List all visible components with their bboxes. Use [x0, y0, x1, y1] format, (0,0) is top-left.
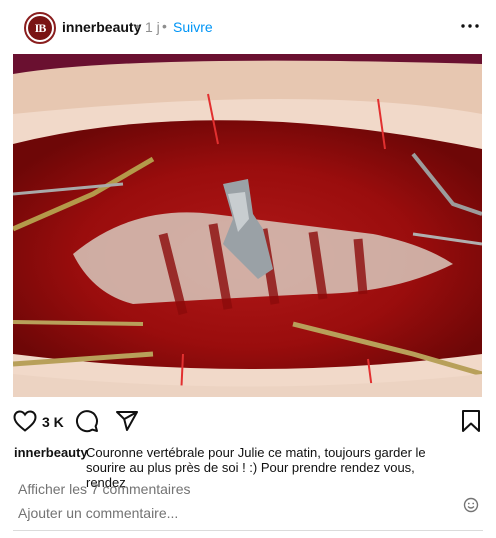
add-comment-input[interactable]: Ajouter un commentaire...: [18, 505, 438, 521]
view-comments-link[interactable]: Afficher les 7 commentaires: [18, 481, 190, 497]
caption-username[interactable]: innerbeauty: [14, 445, 88, 460]
avatar[interactable]: IB: [24, 12, 56, 44]
send-icon[interactable]: [114, 408, 140, 434]
divider: [13, 530, 483, 531]
username-link[interactable]: innerbeauty: [62, 19, 141, 35]
follow-button[interactable]: Suivre: [173, 19, 213, 35]
likes-count[interactable]: 3 K: [42, 414, 64, 430]
post-actions: 3 K: [0, 400, 496, 440]
avatar-logo: IB: [28, 16, 52, 40]
comment-icon[interactable]: [74, 408, 100, 434]
more-options-icon[interactable]: [460, 16, 480, 36]
post-time: 1 j: [145, 19, 160, 35]
emoji-icon[interactable]: [462, 496, 480, 514]
heart-icon[interactable]: [12, 408, 38, 434]
separator-dot: •: [135, 18, 140, 34]
bookmark-icon[interactable]: [458, 408, 484, 434]
post-header: IB innerbeauty • 1 j • Suivre: [0, 0, 496, 54]
post-image[interactable]: [13, 54, 482, 397]
separator-dot: •: [162, 18, 167, 34]
